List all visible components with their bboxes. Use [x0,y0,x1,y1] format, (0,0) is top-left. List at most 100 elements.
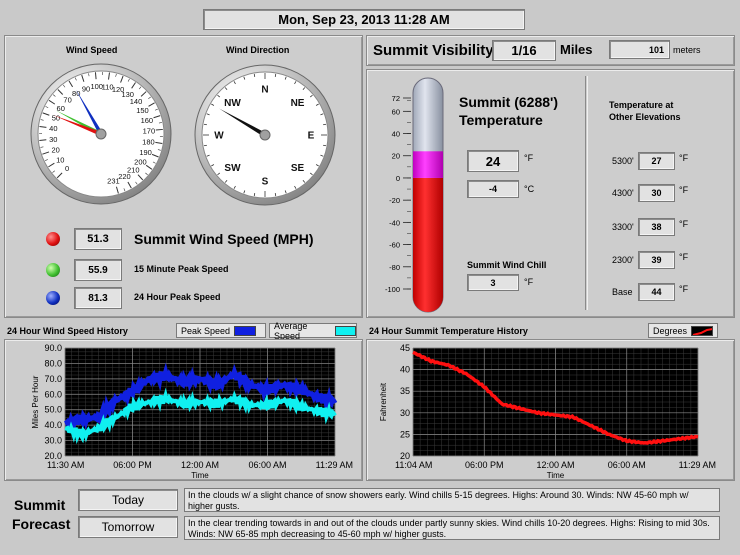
legend-avg-swatch [335,325,356,336]
thermo-tick-label: 72 [392,94,400,103]
legend-peak-label: Peak Speed [181,325,231,336]
y-tick-label: 30 [400,408,410,418]
other-elev-title-2: Other Elevations [609,112,681,122]
x-tick-label: 06:00 AM [248,460,286,470]
compass-label: NE [291,98,305,109]
wind-chill-unit: °F [524,277,534,287]
y-tick-label: 30.0 [44,436,62,446]
visibility-label: Summit Visibility [373,42,494,59]
legend-average-speed[interactable]: Average Speed [269,320,357,341]
temp-c-unit: °C [524,184,535,194]
elevation-label: 2300' [612,255,634,265]
speed-tick-label: 40 [49,124,57,133]
x-tick-label: 11:29 AM [679,460,716,470]
summit-temp-c: -4 [467,180,519,198]
peak24-led [46,291,60,305]
peak24-label: 24 Hour Peak Speed [134,292,221,302]
elevation-value: 27 [638,152,675,170]
elevation-value: 30 [638,184,675,202]
forecast-title-1: Summit [14,497,66,513]
current-speed-led [46,232,60,246]
elevation-label: Base [612,287,633,297]
elevation-value: 39 [638,251,675,269]
speed-tick-label: 180 [142,137,155,146]
speed-tick-label: 220 [118,172,131,181]
speed-tick-label: 190 [139,148,152,157]
peak15-label: 15 Minute Peak Speed [134,264,229,274]
y-tick-label: 90.0 [44,343,62,353]
wind-chill-value: 3 [467,274,519,291]
thermo-tick-label: 60 [392,107,400,116]
thermo-tick-label: 0 [396,174,400,183]
x-tick-label: 06:00 PM [465,460,504,470]
summit-temp-title-2: Temperature [459,112,543,128]
compass-tick [274,73,277,77]
speed-tick-label: 170 [143,126,156,135]
forecast-title-2: Forecast [12,516,71,532]
forecast-tomorrow-tab[interactable]: Tomorrow [78,516,178,538]
compass-tick [203,144,207,147]
compass-label: SW [224,163,241,174]
summit-temp-title-1: Summit (6288') [459,94,559,110]
compass-tick [323,144,327,147]
elevation-unit: °F [679,219,689,229]
speed-tick-label: 140 [130,97,143,106]
speed-tick-label: 20 [51,146,59,155]
legend-degrees-swatch [691,325,714,336]
speed-tick-label: 231 [107,176,120,185]
compass-tick [274,193,277,197]
forecast-today-tab[interactable]: Today [78,489,178,511]
thermo-tick-label: -80 [389,263,400,272]
x-tick-label: 06:00 AM [608,460,646,470]
compass-label: W [214,131,224,142]
compass-label: SE [291,163,305,174]
x-tick-label: 11:04 AM [395,460,432,470]
x-tick-label: 06:00 PM [113,460,152,470]
legend-degrees[interactable]: Degrees [648,323,718,338]
legend-peak-speed[interactable]: Peak Speed [176,323,266,338]
elevation-label: 3300' [612,222,634,232]
temp-divider [585,76,588,310]
compass-label: S [262,177,269,188]
speed-tick [94,72,97,80]
peak15-value: 55.9 [74,259,122,281]
compass-label: E [308,131,315,142]
thermo-tick-label: -100 [385,285,400,294]
speed-tick-label: 150 [136,106,149,115]
elevation-label: 4300' [612,188,634,198]
speed-tick-label: 70 [63,96,71,105]
y-tick-label: 40 [400,365,410,375]
speed-tick-label: 60 [57,104,65,113]
x-tick-label: 11:30 AM [47,460,84,470]
compass-tick [253,193,256,197]
legend-avg-label: Average Speed [274,320,308,341]
wind-history-chart: 90.080.070.060.050.040.030.020.011:30 AM… [31,343,353,480]
elevation-unit: °F [679,153,689,163]
y-tick-label: 45 [400,343,410,353]
wind-direction-title: Wind Direction [226,45,290,55]
peak24-value: 81.3 [74,287,122,309]
peak15-led [46,263,60,277]
x-axis-label: Time [547,471,565,480]
speed-tick-label: 80 [72,89,80,98]
thermo-tick-label: -20 [389,196,400,205]
y-tick-label: 50.0 [44,405,62,415]
elevation-unit: °F [679,252,689,262]
visibility-meters-unit: meters [673,45,701,55]
elevation-value: 44 [638,283,675,301]
x-axis-label: Time [191,471,209,480]
thermo-tick-label: 20 [392,152,400,161]
elevation-label: 5300' [612,156,634,166]
thermo-tick-label: -40 [389,218,400,227]
y-tick-label: 60.0 [44,389,62,399]
speed-tick [155,128,163,131]
speed-tick-label: 10 [56,155,64,164]
other-elev-title-1: Temperature at [609,100,674,110]
compass-tick [253,73,256,77]
wind-chill-label: Summit Wind Chill [467,260,547,270]
forecast-today-text: In the clouds w/ a slight chance of snow… [184,488,720,512]
summit-wind-speed-value: 51.3 [74,228,122,250]
speed-tick-label: 90 [82,84,90,93]
summit-temp-f: 24 [467,150,519,172]
summit-wind-speed-label: Summit Wind Speed (MPH) [134,231,314,247]
